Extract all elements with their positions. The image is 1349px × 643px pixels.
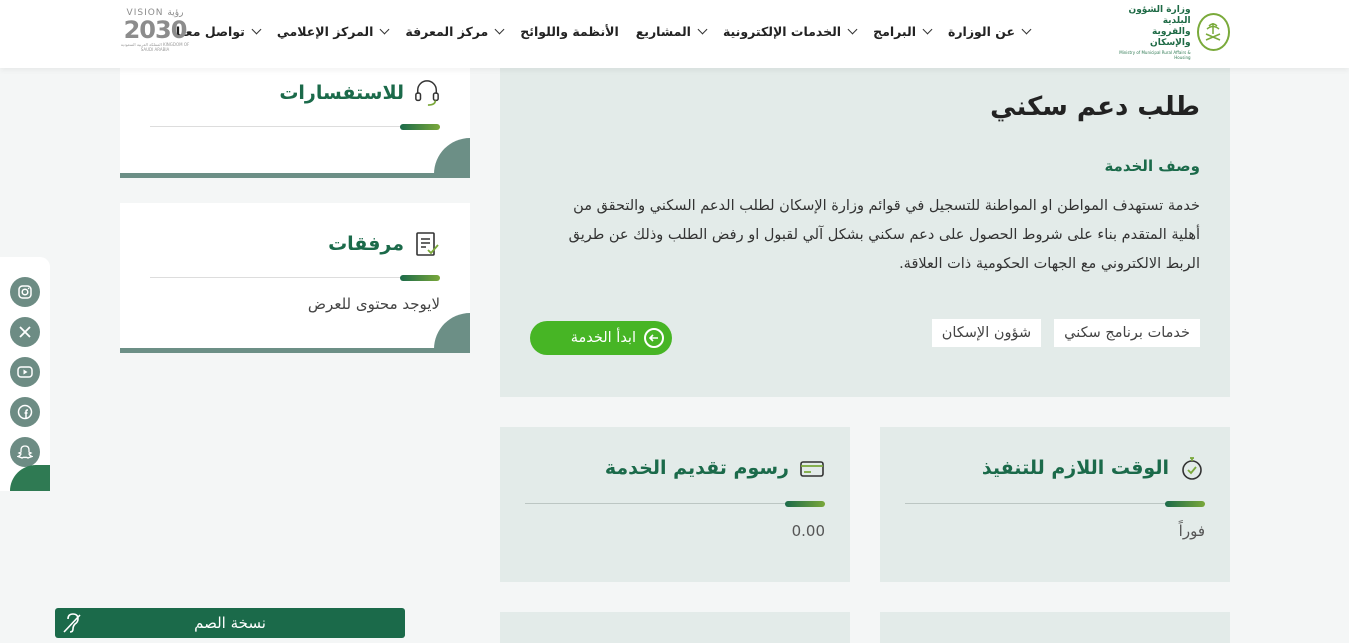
- accent-bar: [400, 275, 440, 281]
- nav-label: البرامج: [873, 24, 916, 39]
- chevron-down-icon: [847, 24, 858, 35]
- card-header: مرفقات: [328, 231, 440, 257]
- service-card: طلب دعم سكني وصف الخدمة خدمة تستهدف المو…: [500, 68, 1230, 397]
- info-card-partial: [880, 612, 1230, 643]
- site-header: وزارة الشؤون البلدية والقروية والإسكان M…: [0, 0, 1349, 68]
- snapchat-icon[interactable]: [10, 437, 40, 467]
- service-fees-card: رسوم تقديم الخدمة 0.00: [500, 427, 850, 582]
- chevron-down-icon: [379, 24, 390, 35]
- ministry-logo[interactable]: وزارة الشؤون البلدية والقروية والإسكان M…: [1110, 5, 1230, 60]
- nav-label: المشاريع: [635, 24, 691, 39]
- accent-bar: [1165, 501, 1205, 507]
- instagram-icon[interactable]: [10, 277, 40, 307]
- vision-year: 2030: [123, 16, 188, 44]
- card-header: الوقت اللازم للتنفيذ: [982, 455, 1205, 481]
- nav-item-programs[interactable]: البرامج: [873, 24, 933, 39]
- page-title: طلب دعم سكني: [990, 92, 1200, 122]
- logo-text: وزارة الشؤون البلدية والقروية والإسكان M…: [1110, 4, 1191, 60]
- card-header: للاستفسارات: [279, 80, 440, 106]
- divider: [905, 503, 1205, 504]
- palm-swords-emblem-icon: [1196, 13, 1230, 51]
- nav-label: المركز الإعلامي: [276, 24, 374, 39]
- nav-item-media-center[interactable]: المركز الإعلامي: [276, 24, 390, 39]
- chevron-down-icon: [922, 24, 933, 35]
- service-fees-value: 0.00: [791, 522, 825, 540]
- chevron-down-icon: [494, 24, 505, 35]
- card-bottom-bar: [120, 348, 470, 353]
- inquiries-card: للاستفسارات: [120, 68, 470, 178]
- chevron-down-icon: [251, 24, 262, 35]
- chevron-down-icon: [1021, 24, 1032, 35]
- accent-bar: [785, 501, 825, 507]
- nav-item-about[interactable]: عن الوزارة: [947, 24, 1032, 39]
- deaf-version-button[interactable]: نسخة الصم: [55, 608, 405, 638]
- deaf-version-label: نسخة الصم: [194, 614, 266, 632]
- attachments-empty-text: لايوجد محتوى للعرض: [307, 295, 440, 313]
- logo-english: Ministry of Municipal Rural Affairs & Ho…: [1119, 49, 1191, 60]
- execution-time-value: فوراً: [1178, 522, 1205, 540]
- card-title: للاستفسارات: [279, 82, 404, 104]
- tag-housing-affairs[interactable]: شؤون الإسكان: [931, 319, 1042, 347]
- main-nav: عن الوزارة البرامج الخدمات الإلكترونية ا…: [159, 24, 1032, 39]
- card-bottom-bar: [120, 173, 470, 178]
- stopwatch-icon: [1179, 455, 1205, 481]
- vision-bottom: المملكة العربية السعودية KINGDOM OF SAUD…: [120, 42, 190, 52]
- nav-item-projects[interactable]: المشاريع: [635, 24, 708, 39]
- start-service-button[interactable]: ابدأ الخدمة: [530, 321, 672, 355]
- logo-line1: وزارة الشؤون البلدية: [1128, 4, 1191, 26]
- card-title: رسوم تقديم الخدمة: [604, 457, 789, 479]
- headset-icon: [414, 80, 440, 106]
- service-tags: خدمات برنامج سكني شؤون الإسكان: [931, 319, 1200, 347]
- divider: [150, 126, 440, 127]
- info-card-partial: [500, 612, 850, 643]
- execution-time-card: الوقت اللازم للتنفيذ فوراً: [880, 427, 1230, 582]
- service-description: خدمة تستهدف المواطن او المواطنة للتسجيل …: [568, 198, 1200, 272]
- chevron-down-icon: [697, 24, 708, 35]
- divider: [525, 503, 825, 504]
- divider: [150, 277, 440, 278]
- vision-2030-logo[interactable]: VISION رؤية 2030 المملكة العربية السعودي…: [119, 8, 191, 56]
- credit-card-icon: [799, 455, 825, 481]
- accent-bar: [400, 124, 440, 130]
- start-service-label: ابدأ الخدمة: [570, 330, 636, 346]
- nav-label: الأنظمة واللوائح: [520, 24, 619, 39]
- nav-label: عن الوزارة: [947, 24, 1015, 39]
- nav-item-eservices[interactable]: الخدمات الإلكترونية: [722, 24, 858, 39]
- attachments-card: مرفقات لايوجد محتوى للعرض: [120, 203, 470, 353]
- card-title: الوقت اللازم للتنفيذ: [981, 457, 1169, 479]
- nav-label: مركز المعرفة: [405, 24, 489, 39]
- tag-sakani-services[interactable]: خدمات برنامج سكني: [1054, 319, 1200, 347]
- description-heading: وصف الخدمة: [1104, 157, 1200, 175]
- card-header: رسوم تقديم الخدمة: [605, 455, 825, 481]
- x-icon[interactable]: [10, 317, 40, 347]
- nav-item-regulations[interactable]: الأنظمة واللوائح: [520, 24, 618, 39]
- document-check-icon: [414, 231, 440, 257]
- youtube-icon[interactable]: [10, 357, 40, 387]
- nav-item-knowledge-center[interactable]: مركز المعرفة: [405, 24, 505, 39]
- deaf-ear-icon: [60, 611, 84, 635]
- card-title: مرفقات: [328, 233, 404, 255]
- logo-line2: والقروية والإسكان: [1150, 27, 1191, 49]
- nav-label: الخدمات الإلكترونية: [722, 24, 842, 39]
- arrow-left-circle-icon: [644, 328, 664, 348]
- facebook-icon[interactable]: [10, 397, 40, 427]
- social-media-bar: [0, 257, 50, 491]
